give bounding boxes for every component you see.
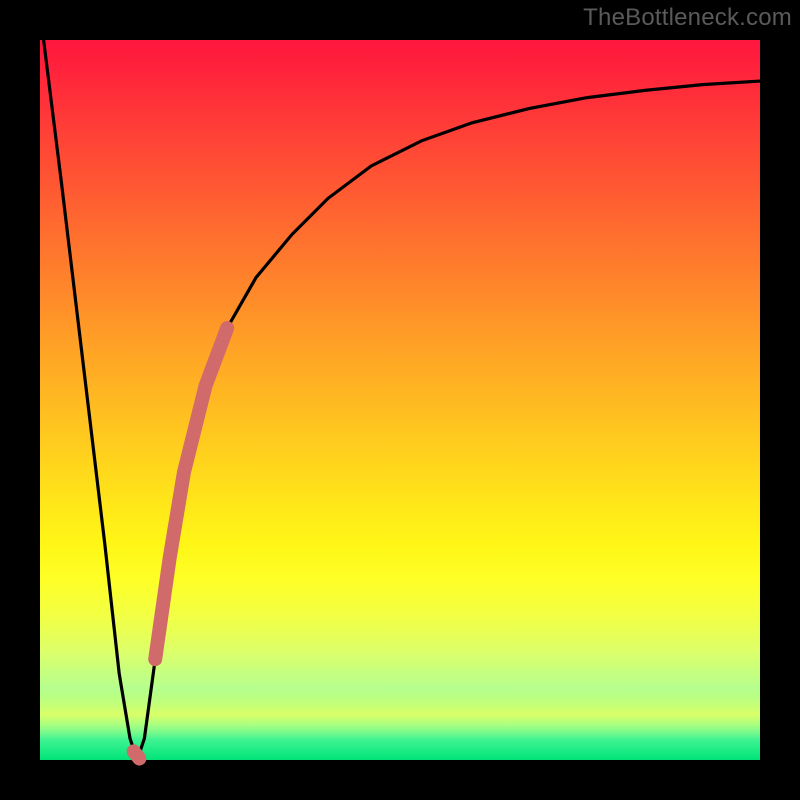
- highlight-segment: [155, 328, 227, 659]
- curve-tip-marker: [134, 751, 140, 758]
- attribution-text: TheBottleneck.com: [583, 4, 792, 32]
- curve-layer: [40, 40, 760, 760]
- chart-canvas: TheBottleneck.com: [0, 0, 800, 800]
